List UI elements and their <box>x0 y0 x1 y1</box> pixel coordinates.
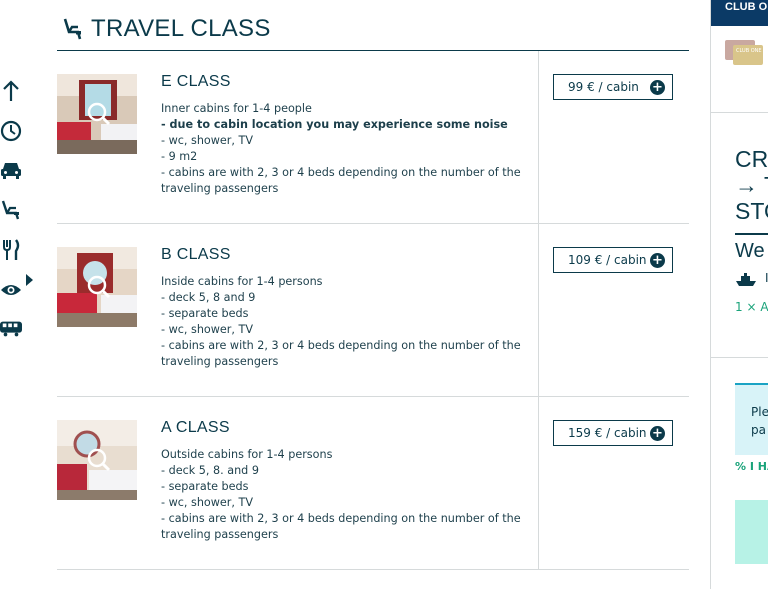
info-text: Ple pa <box>751 405 768 437</box>
desc-line: Outside cabins for 1-4 persons <box>161 448 333 461</box>
club-card-icon: CLUB ONE <box>733 45 763 65</box>
passenger-count[interactable]: 1 × Ad <box>735 300 768 314</box>
desc-line: - wc, shower, TV <box>161 496 254 509</box>
club-label: CLUB O <box>725 1 768 13</box>
promo-link[interactable]: % I HA <box>735 460 768 473</box>
desc-line: - wc, shower, TV <box>161 134 254 147</box>
departure-day: We <box>735 240 765 262</box>
desc-line: Inner cabins for 1-4 people <box>161 102 312 115</box>
bus-icon[interactable] <box>0 318 22 340</box>
route-heading: CR → T STO <box>735 146 768 224</box>
continue-box[interactable] <box>735 500 768 564</box>
column-divider <box>538 397 539 569</box>
seat-icon[interactable] <box>0 199 22 221</box>
price-label: 159 € / cabin <box>568 426 647 440</box>
plus-icon: + <box>650 80 665 95</box>
desc-line: - separate beds <box>161 307 249 320</box>
cabin-photo[interactable] <box>57 247 137 327</box>
add-b-class-button[interactable]: 109 € / cabin + <box>553 247 673 273</box>
class-title: A CLASS <box>161 419 230 436</box>
class-row-b: B CLASS Inside cabins for 1-4 persons - … <box>57 224 689 397</box>
heading-rule <box>735 233 768 235</box>
class-row-a: A CLASS Outside cabins for 1-4 persons -… <box>57 397 689 570</box>
desc-line: - deck 5, 8 and 9 <box>161 291 256 304</box>
desc-line: - deck 5, 8. and 9 <box>161 464 259 477</box>
class-title: E CLASS <box>161 73 231 90</box>
column-divider <box>538 51 539 223</box>
seat-icon <box>62 17 84 45</box>
card-label: CLUB ONE <box>736 48 762 54</box>
desc-line: - cabins are with 2, 3 or 4 beds dependi… <box>161 166 521 195</box>
arrow-up-icon[interactable] <box>0 80 22 102</box>
desc-line: - separate beds <box>161 480 249 493</box>
add-e-class-button[interactable]: 99 € / cabin + <box>553 74 673 100</box>
noise-warning: - due to cabin location you may experien… <box>161 118 508 131</box>
active-indicator-icon <box>26 274 33 286</box>
price-label: 99 € / cabin <box>568 80 639 94</box>
cabin-photo[interactable] <box>57 74 137 154</box>
panel-divider <box>711 357 768 358</box>
club-one-bar[interactable]: CLUB O <box>711 0 768 26</box>
plus-icon: + <box>650 426 665 441</box>
route-line: STO <box>735 198 768 224</box>
plus-icon: + <box>650 253 665 268</box>
ship-icon <box>735 272 757 291</box>
panel-divider <box>711 112 768 113</box>
class-title: B CLASS <box>161 246 231 263</box>
page-title: TRAVEL CLASS <box>91 15 271 42</box>
desc-line: - 9 m2 <box>161 150 198 163</box>
route-line: → T <box>735 172 768 198</box>
desc-line: - cabins are with 2, 3 or 4 beds dependi… <box>161 512 521 541</box>
info-notice: Ple pa <box>735 383 768 455</box>
class-description: Inside cabins for 1-4 persons - deck 5, … <box>161 274 521 370</box>
eye-icon[interactable] <box>0 279 22 301</box>
travel-class-header: TRAVEL CLASS <box>57 12 689 51</box>
cutlery-icon[interactable] <box>0 239 22 261</box>
class-description: Outside cabins for 1-4 persons - deck 5,… <box>161 447 521 543</box>
route-line: CR <box>735 146 768 172</box>
class-description: Inner cabins for 1-4 people - due to cab… <box>161 101 521 197</box>
class-row-e: E CLASS Inner cabins for 1-4 people - du… <box>57 51 689 224</box>
booking-summary-panel: CLUB O CLUB ONE CR → T STO We I 1 × Ad P… <box>710 0 768 589</box>
desc-line: Inside cabins for 1-4 persons <box>161 275 323 288</box>
clock-icon[interactable] <box>0 120 22 142</box>
column-divider <box>538 224 539 396</box>
price-label: 109 € / cabin <box>568 253 647 267</box>
car-icon[interactable] <box>0 159 22 181</box>
desc-line: - cabins are with 2, 3 or 4 beds dependi… <box>161 339 521 368</box>
cabin-photo[interactable] <box>57 420 137 500</box>
desc-line: - wc, shower, TV <box>161 323 254 336</box>
add-a-class-button[interactable]: 159 € / cabin + <box>553 420 673 446</box>
